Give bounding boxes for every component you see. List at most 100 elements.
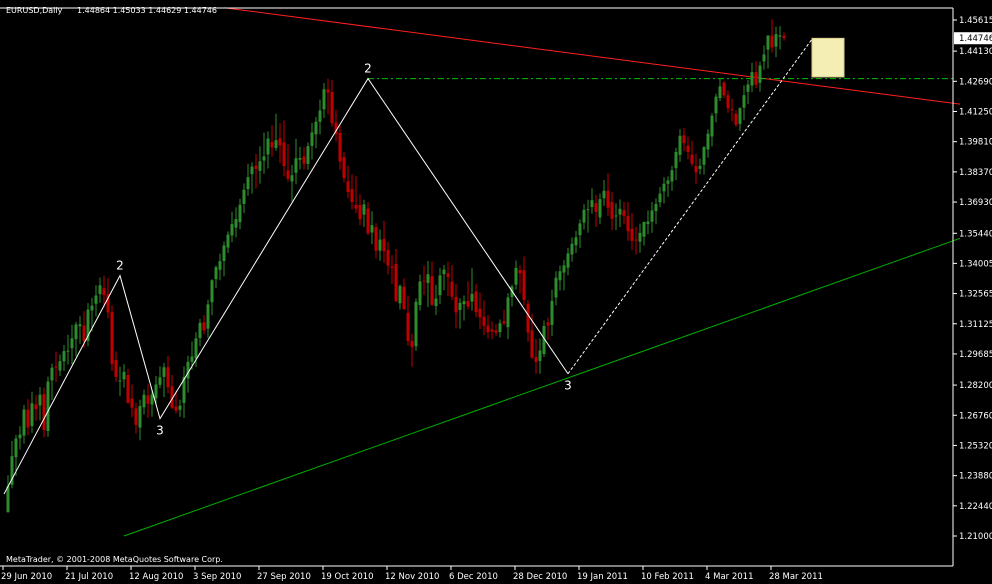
y-tick-label: 1.44130 — [959, 47, 992, 57]
candle-body — [70, 338, 74, 349]
candle-body — [646, 221, 650, 225]
candle-body — [310, 132, 314, 146]
candle-body — [214, 267, 218, 280]
candle-body — [370, 225, 374, 233]
candle-body — [630, 228, 634, 241]
candle-body — [482, 316, 486, 326]
candle-body — [490, 329, 494, 332]
candle-body — [530, 330, 534, 358]
candle-body — [118, 380, 122, 382]
candle-body — [458, 302, 462, 311]
candle-body — [734, 113, 738, 125]
candle-body — [210, 280, 214, 303]
candle-body — [286, 170, 290, 179]
candle-body — [626, 215, 630, 232]
candle-body — [466, 301, 470, 307]
candle-body — [154, 384, 158, 399]
candle-body — [74, 324, 78, 340]
candle-body — [574, 237, 578, 246]
y-tick-label: 1.39810 — [959, 138, 992, 148]
candle-body — [346, 181, 350, 192]
chart-background — [0, 0, 992, 584]
candle-body — [218, 261, 222, 270]
candle-body — [738, 108, 742, 124]
candle-body — [578, 223, 582, 236]
candle-body — [202, 322, 206, 331]
candle-body — [558, 271, 562, 281]
candle-body — [262, 156, 266, 161]
price-chart[interactable]: 2 3 2 3 1.45615 1.44130 1.42690 1.41250 1.39810… — [0, 0, 992, 584]
candle-body — [478, 308, 482, 318]
candle-body — [126, 375, 130, 403]
candle-body — [426, 274, 430, 283]
candle-body — [694, 166, 698, 173]
y-tick-label: 1.35440 — [959, 229, 992, 239]
candle-body — [282, 142, 286, 167]
candle-body — [6, 486, 10, 513]
candle-body — [486, 325, 490, 333]
x-tick-label: 27 Sep 2010 — [257, 572, 311, 582]
candle-body — [90, 305, 94, 311]
candle-body — [350, 189, 354, 203]
candle-body — [194, 338, 198, 359]
candle-body — [730, 109, 734, 111]
y-tick-label: 1.34005 — [959, 259, 992, 269]
candle-body — [550, 300, 554, 325]
candle-body — [774, 34, 778, 47]
x-tick-label: 19 Jan 2011 — [577, 572, 628, 582]
x-tick-label: 6 Dec 2010 — [449, 572, 498, 582]
candle-body — [570, 243, 574, 255]
candle-body — [174, 406, 178, 411]
x-tick-label: 29 Jun 2010 — [1, 572, 52, 582]
candle-body — [710, 115, 714, 137]
candle-body — [258, 161, 262, 171]
target-box — [811, 37, 845, 78]
candle-body — [366, 208, 370, 234]
candle-body — [250, 166, 254, 175]
candle-body — [146, 395, 150, 404]
candle-body — [546, 322, 550, 326]
y-tick-label: 1.41250 — [959, 108, 992, 118]
candle-body — [294, 158, 298, 173]
candle-body — [330, 92, 334, 124]
candle-body — [322, 89, 326, 110]
candle-body — [54, 366, 58, 368]
chart-header-ohlc: 1.44864 1.45033 1.44629 1.44746 — [77, 6, 217, 15]
x-tick-label: 28 Mar 2011 — [769, 572, 823, 582]
candle-body — [62, 351, 66, 362]
candle-body — [634, 239, 638, 241]
candle-body — [666, 180, 670, 184]
candle-body — [242, 189, 246, 204]
candle-body — [762, 54, 766, 62]
candle-body — [158, 377, 162, 385]
x-tick-label: 28 Dec 2010 — [513, 572, 567, 582]
candle-body — [94, 295, 98, 304]
candle-body — [518, 269, 522, 274]
candle-body — [718, 86, 722, 99]
candle-body — [266, 138, 270, 155]
candle-body — [362, 204, 366, 215]
candle-body — [418, 281, 422, 305]
wave-label: 3 — [564, 379, 572, 393]
candle-body — [66, 350, 70, 352]
candle-body — [58, 361, 62, 371]
candle-body — [226, 234, 230, 248]
candle-body — [434, 298, 438, 307]
candle-body — [166, 367, 170, 388]
candle-body — [114, 360, 118, 377]
candle-body — [474, 291, 478, 313]
candle-body — [278, 138, 282, 146]
candle-body — [82, 325, 86, 342]
candle-body — [522, 270, 526, 300]
candle-body — [470, 293, 474, 302]
candle-body — [778, 35, 782, 37]
candle-body — [726, 95, 730, 109]
candle-body — [658, 193, 662, 203]
candle-body — [314, 121, 318, 135]
candle-body — [390, 266, 394, 268]
y-tick-label: 1.23880 — [959, 472, 992, 482]
candle-body — [46, 381, 50, 431]
candle-body — [398, 285, 402, 304]
x-tick-label: 21 Jul 2010 — [65, 572, 113, 582]
candle-body — [402, 286, 406, 309]
